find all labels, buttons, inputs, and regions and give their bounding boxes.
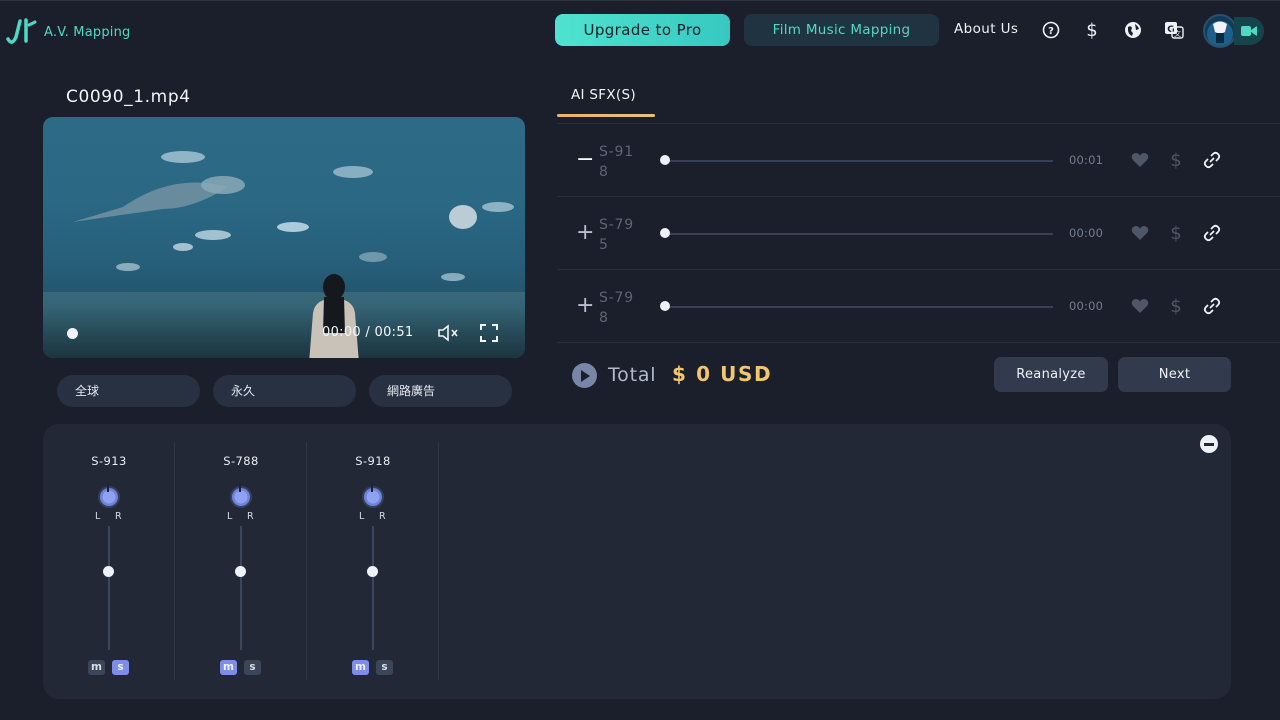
tag-duration[interactable]: 永久 — [213, 375, 356, 407]
sfx-progress-handle[interactable] — [660, 228, 670, 238]
sfx-row: − S-918 00:01 $ — [557, 124, 1280, 197]
expand-row-button[interactable]: + — [576, 221, 594, 245]
sfx-progress-track[interactable] — [665, 233, 1053, 235]
tag-region[interactable]: 全球 — [57, 375, 200, 407]
total-price: $ 0 USD — [672, 362, 773, 386]
link-icon[interactable] — [1202, 223, 1222, 243]
upgrade-to-pro-button[interactable]: Upgrade to Pro — [555, 14, 730, 46]
dollar-icon[interactable]: $ — [1166, 150, 1186, 170]
tab-ai-sfx-label: AI SFX(S) — [571, 87, 636, 103]
collapse-mixer-button[interactable] — [1200, 435, 1218, 453]
svg-text:$: $ — [1170, 223, 1181, 243]
video-time-display: 00:00 / 00:51 — [322, 325, 414, 340]
pan-knob[interactable] — [362, 486, 384, 508]
volume-fader-track[interactable] — [240, 526, 242, 650]
sfx-time: 00:00 — [1069, 226, 1104, 240]
dollar-icon[interactable]: $ — [1166, 296, 1186, 316]
channel-name: S-913 — [91, 454, 127, 468]
svg-text:文: 文 — [1174, 29, 1181, 38]
sfx-id: S-795 — [599, 217, 634, 253]
video-file-name: C0090_1.mp4 — [66, 87, 191, 107]
expand-row-button[interactable]: + — [576, 294, 594, 318]
dollar-icon[interactable]: $ — [1082, 20, 1102, 40]
link-icon[interactable] — [1202, 150, 1222, 170]
pan-knob-marker — [371, 484, 373, 492]
help-icon[interactable]: ? — [1041, 20, 1061, 40]
pan-knob-marker — [107, 484, 109, 492]
solo-toggle[interactable]: s — [244, 660, 261, 675]
top-header: A.V. Mapping Upgrade to Pro Film Music M… — [0, 0, 1280, 62]
channel-name: S-918 — [355, 454, 391, 468]
link-icon[interactable] — [1202, 296, 1222, 316]
logo-text: A.V. Mapping — [44, 24, 131, 40]
sfx-tab-bar: AI SFX(S) — [557, 76, 1280, 124]
solo-toggle[interactable]: s — [112, 660, 129, 675]
volume-fader-handle[interactable] — [367, 566, 378, 577]
next-button[interactable]: Next — [1118, 357, 1231, 392]
volume-fader-handle[interactable] — [103, 566, 114, 577]
sfx-id: S-918 — [599, 144, 634, 180]
pan-knob-marker — [239, 484, 241, 492]
person-silhouette — [309, 274, 359, 358]
svg-text:$: $ — [1086, 20, 1097, 40]
heart-icon[interactable] — [1130, 150, 1150, 170]
audio-mixer: S-913 L R m s S-788 L R m s S-918 L R m … — [43, 424, 1231, 699]
volume-fader-track[interactable] — [108, 526, 110, 650]
user-avatar[interactable] — [1203, 14, 1237, 48]
tab-ai-sfx[interactable]: AI SFX(S) — [557, 76, 655, 117]
play-icon — [580, 369, 590, 382]
pan-right-label: R — [115, 511, 122, 522]
pan-right-label: R — [379, 511, 386, 522]
video-icon[interactable] — [1234, 17, 1264, 45]
film-music-mapping-button[interactable]: Film Music Mapping — [744, 14, 939, 46]
video-player[interactable]: 00:00 / 00:51 — [43, 117, 525, 358]
mute-toggle[interactable]: m — [352, 660, 369, 675]
sfx-id: S-798 — [599, 290, 634, 326]
tab-active-indicator — [557, 114, 655, 117]
video-progress-handle[interactable] — [67, 328, 78, 339]
svg-text:$: $ — [1170, 296, 1181, 316]
channel-name: S-788 — [223, 454, 259, 468]
minus-icon — [1204, 442, 1214, 446]
mixer-channel: S-788 L R m s — [175, 442, 307, 680]
solo-toggle[interactable]: s — [376, 660, 393, 675]
sfx-row: + S-798 00:00 $ — [557, 270, 1280, 343]
sfx-time: 00:01 — [1069, 153, 1104, 167]
globe-icon[interactable] — [1123, 20, 1143, 40]
svg-text:$: $ — [1170, 150, 1181, 170]
reanalyze-button[interactable]: Reanalyze — [994, 357, 1108, 392]
play-all-button[interactable] — [572, 363, 597, 388]
heart-icon[interactable] — [1130, 296, 1150, 316]
pan-left-label: L — [227, 511, 233, 522]
mute-toggle[interactable]: m — [220, 660, 237, 675]
sfx-progress-handle[interactable] — [660, 301, 670, 311]
sfx-progress-handle[interactable] — [660, 155, 670, 165]
pan-left-label: L — [359, 511, 365, 522]
pan-left-label: L — [95, 511, 101, 522]
translate-icon[interactable]: G 文 — [1164, 20, 1184, 40]
fullscreen-icon[interactable] — [478, 323, 500, 343]
svg-text:?: ? — [1048, 26, 1054, 37]
sfx-progress-track[interactable] — [665, 160, 1053, 162]
sfx-progress-track[interactable] — [665, 306, 1053, 308]
sfx-time: 00:00 — [1069, 299, 1104, 313]
dollar-icon[interactable]: $ — [1166, 223, 1186, 243]
mute-icon[interactable] — [437, 323, 459, 343]
mixer-channel: S-918 L R m s — [307, 442, 439, 680]
sfx-row: + S-795 00:00 $ — [557, 197, 1280, 270]
pan-right-label: R — [247, 511, 254, 522]
pan-knob[interactable] — [230, 486, 252, 508]
logo-icon — [6, 18, 37, 44]
collapse-row-button[interactable]: − — [576, 148, 594, 172]
mute-toggle[interactable]: m — [88, 660, 105, 675]
heart-icon[interactable] — [1130, 223, 1150, 243]
volume-fader-handle[interactable] — [235, 566, 246, 577]
volume-fader-track[interactable] — [372, 526, 374, 650]
total-label: Total — [608, 364, 657, 386]
logo[interactable]: A.V. Mapping — [6, 15, 130, 49]
tag-media[interactable]: 網路廣告 — [369, 375, 512, 407]
about-us-link[interactable]: About Us — [954, 21, 1018, 37]
mixer-channel: S-913 L R m s — [43, 442, 175, 680]
pan-knob[interactable] — [98, 486, 120, 508]
